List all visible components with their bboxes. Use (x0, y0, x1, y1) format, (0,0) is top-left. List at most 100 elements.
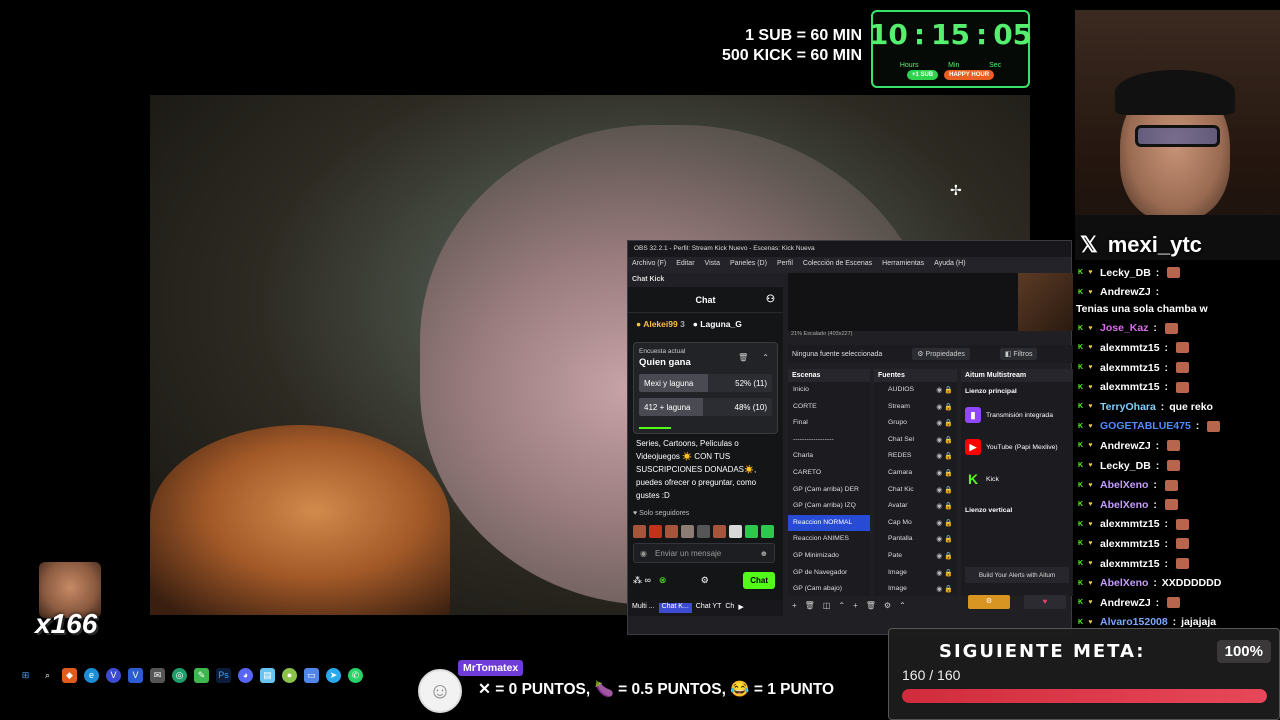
tab-scroll-right-icon[interactable]: ▶ (738, 603, 743, 613)
visibility-lock-icon[interactable]: ◉ 🔒 (936, 519, 953, 528)
remove-source-icon[interactable]: 🗑 (866, 601, 876, 615)
source-item[interactable]: Chat Kic ◉ 🔒 (874, 482, 957, 499)
source-settings-icon[interactable]: ⚙ (884, 601, 891, 615)
edge-icon[interactable]: e (84, 667, 99, 683)
whatsapp-icon[interactable]: ✆ (348, 667, 363, 683)
vegas-pro-icon[interactable]: V (128, 667, 143, 683)
photoshop-icon[interactable]: Ps (216, 667, 231, 683)
source-up-icon[interactable]: ⌃ (899, 601, 906, 615)
emote-bar[interactable] (633, 525, 774, 538)
poll-option[interactable]: Mexi y laguna 52% (11) (639, 374, 772, 392)
visibility-lock-icon[interactable]: ◉ 🔒 (936, 552, 953, 561)
scene-item[interactable]: GP de Navegador (788, 565, 870, 582)
obs-menu-item[interactable]: Paneles (D) (730, 260, 767, 270)
emote-icon[interactable] (761, 525, 774, 538)
source-item[interactable]: Cap Mo ◉ 🔒 (874, 515, 957, 532)
scene-item[interactable]: CARETO (788, 465, 870, 482)
send-chat-button[interactable]: Chat (743, 572, 775, 589)
multistream-settings-button[interactable]: ⚙ (968, 595, 1010, 609)
source-item[interactable]: Chat Sel ◉ 🔒 (874, 432, 957, 449)
visibility-lock-icon[interactable]: ◉ 🔒 (936, 486, 953, 495)
green-app-icon[interactable]: ● (282, 667, 297, 683)
visibility-lock-icon[interactable]: ◉ 🔒 (936, 469, 953, 478)
multistream-target[interactable]: ▮ Transmisión integrada (961, 399, 1073, 431)
points-icon[interactable]: ⁂ ∞ (633, 575, 651, 586)
obs-menu-item[interactable]: Herramientas (882, 260, 924, 270)
obs-preview[interactable] (788, 273, 1073, 331)
scene-item[interactable]: GP (Cam arriba) IZQ (788, 498, 870, 515)
add-source-icon[interactable]: + (853, 601, 858, 615)
obs-window[interactable]: OBS 32.2.1 - Perfil: Stream Kick Nuevo -… (627, 240, 1073, 635)
scene-item[interactable]: GP (Cam abajo) (788, 581, 870, 598)
visibility-lock-icon[interactable]: ◉ 🔒 (936, 502, 953, 511)
visibility-lock-icon[interactable]: ◉ 🔒 (936, 403, 953, 412)
chevron-up-icon[interactable]: ⌃ (762, 353, 769, 362)
build-alerts-button[interactable]: Build Your Alerts with Aitum (965, 567, 1069, 583)
visibility-lock-icon[interactable]: ◉ 🔒 (936, 585, 953, 594)
source-item[interactable]: Pate ◉ 🔒 (874, 548, 957, 565)
visibility-lock-icon[interactable]: ◉ 🔒 (936, 419, 953, 428)
scene-item[interactable]: Inicio (788, 382, 870, 399)
dock-tab[interactable]: Chat K... (658, 603, 692, 613)
discord-icon[interactable]: ◕ (238, 667, 253, 683)
multistream-target[interactable]: ▶ YouTube (Papi Mexlive) (961, 431, 1073, 463)
dock-tab[interactable]: Chat YT (696, 603, 722, 613)
poll-option[interactable]: 412 + laguna 48% (10) (639, 398, 772, 416)
emote-icon[interactable] (681, 525, 694, 538)
scene-item[interactable]: CORTE (788, 399, 870, 416)
filters-button[interactable]: ◧ Filtros (999, 348, 1038, 360)
visibility-lock-icon[interactable]: ◉ 🔒 (936, 569, 953, 578)
emote-icon[interactable] (633, 525, 646, 538)
visibility-lock-icon[interactable]: ◉ 🔒 (936, 535, 953, 544)
windows-start-icon[interactable]: ⊞ (18, 668, 33, 683)
obs-menu-item[interactable]: Editar (676, 260, 694, 270)
source-item[interactable]: Stream ◉ 🔒 (874, 399, 957, 416)
scene-item[interactable]: Reaccion NORMAL (788, 514, 870, 532)
multistream-target[interactable]: K Kick (961, 463, 1073, 495)
emote-icon[interactable] (745, 525, 758, 538)
filter-scene-icon[interactable]: ◫ (823, 601, 831, 615)
scene-item[interactable]: GP (Cam arriba) DER (788, 482, 870, 499)
obs-menu-item[interactable]: Vista (705, 260, 720, 270)
add-scene-icon[interactable]: + (792, 601, 797, 615)
dock-tab[interactable]: Ch (725, 603, 734, 613)
scene-item[interactable]: Charla (788, 448, 870, 465)
visibility-lock-icon[interactable]: ◉ 🔒 (936, 436, 953, 445)
move-up-icon[interactable]: ⌃ (838, 601, 845, 615)
vegas-icon[interactable]: V (106, 667, 121, 683)
scene-item[interactable]: Reaccion ANIMES (788, 531, 870, 548)
obs-title-bar[interactable]: OBS 32.2.1 - Perfil: Stream Kick Nuevo -… (628, 241, 1071, 257)
obs-menu-item[interactable]: Ayuda (H) (934, 260, 965, 270)
properties-button[interactable]: ⚙ Propiedades (912, 348, 970, 360)
telegram-icon[interactable]: ➤ (326, 667, 341, 683)
source-item[interactable]: Avatar ◉ 🔒 (874, 498, 957, 515)
scene-item[interactable]: ------------------ (788, 432, 870, 449)
source-item[interactable]: AUDIOS ◉ 🔒 (874, 382, 957, 399)
source-item[interactable]: Grupo ◉ 🔒 (874, 415, 957, 432)
dock-tab[interactable]: Multi ... (632, 603, 655, 613)
settings-gear-icon[interactable]: ⚙ (701, 575, 709, 586)
visibility-lock-icon[interactable]: ◉ 🔒 (936, 386, 953, 395)
notes-icon[interactable]: ▤ (260, 667, 275, 683)
users-icon[interactable]: ⚇ (766, 294, 775, 305)
source-item[interactable]: Image ◉ 🔒 (874, 565, 957, 582)
scene-item[interactable]: GP Minimizado (788, 548, 870, 565)
docs-icon[interactable]: ▭ (304, 667, 319, 683)
mail-icon[interactable]: ✉ (150, 667, 165, 683)
source-item[interactable]: Camara ◉ 🔒 (874, 465, 957, 482)
kick-icon[interactable]: ⊗ (659, 575, 667, 586)
obs-menu-item[interactable]: Colección de Escenas (803, 260, 872, 270)
trash-icon[interactable]: 🗑 (738, 353, 748, 362)
source-item[interactable]: Pantalla ◉ 🔒 (874, 531, 957, 548)
brave-icon[interactable]: ◆ (62, 667, 77, 683)
search-icon[interactable]: ⌕ (40, 668, 55, 683)
openai-icon[interactable]: ◎ (172, 667, 187, 683)
visibility-lock-icon[interactable]: ◉ 🔒 (936, 452, 953, 461)
obs-menu-item[interactable]: Perfil (777, 260, 793, 270)
scene-item[interactable]: Final (788, 415, 870, 432)
source-item[interactable]: Image ◉ 🔒 (874, 581, 957, 598)
emoji-icon[interactable]: ☻ (760, 549, 768, 558)
chat-input[interactable]: ◉ Enviar un mensaje ☻ (633, 543, 775, 563)
emote-icon[interactable] (665, 525, 678, 538)
source-item[interactable]: REDES ◉ 🔒 (874, 448, 957, 465)
